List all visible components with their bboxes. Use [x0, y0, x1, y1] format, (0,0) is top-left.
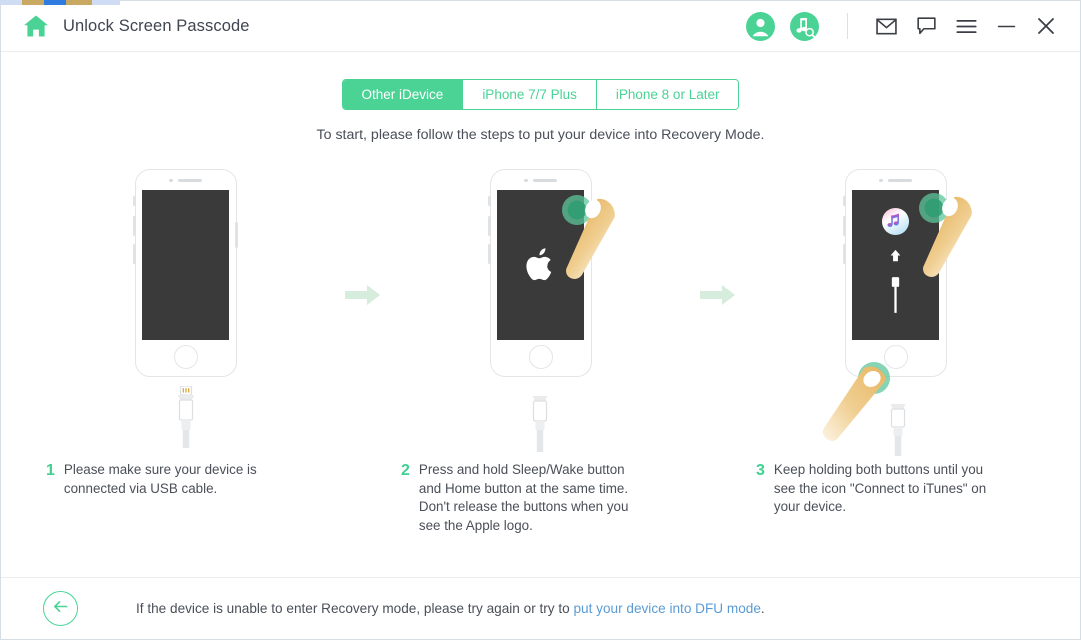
phone-top-sensors-2 — [491, 179, 591, 183]
step-3-caption: 3 Keep holding both buttons until you se… — [748, 461, 1043, 535]
phone-screen-connect-to-itunes — [852, 190, 939, 340]
phone-top-sensors-1 — [136, 179, 236, 183]
volume-up-button-icon — [488, 216, 491, 236]
title-bar-divider — [847, 13, 848, 39]
apple-logo-icon — [524, 245, 558, 285]
lightning-cable-1 — [173, 385, 199, 453]
back-arrow-icon — [52, 599, 69, 619]
page-title: Unlock Screen Passcode — [63, 16, 250, 35]
chat-bubble-icon[interactable] — [906, 6, 946, 46]
volume-down-button-icon — [133, 244, 136, 264]
phone-screen-apple-logo — [497, 190, 584, 340]
lightning-cable-2 — [529, 396, 551, 457]
earpiece-speaker-icon — [532, 179, 557, 183]
device-type-tabs: Other iDevice iPhone 7/7 Plus iPhone 8 o… — [341, 79, 740, 110]
earpiece-speaker-icon — [887, 179, 912, 183]
lightning-connector-icon — [889, 276, 902, 319]
phone-body-2 — [488, 169, 592, 377]
home-icon[interactable] — [23, 14, 49, 38]
home-button-icon — [883, 345, 908, 369]
step-3-text: Keep holding both buttons until you see … — [773, 462, 987, 514]
dfu-mode-link[interactable]: put your device into DFU mode — [574, 601, 761, 616]
music-search-icon[interactable] — [790, 11, 819, 41]
close-icon[interactable] — [1026, 6, 1066, 46]
title-bar: Unlock Screen Passcode — [1, 1, 1080, 52]
step-captions: 1 Please make sure your device is connec… — [36, 461, 1046, 535]
phone-body-1 — [133, 169, 238, 377]
footer-bar: If the device is unable to enter Recover… — [1, 577, 1080, 639]
volume-down-button-icon — [488, 244, 491, 264]
footer-text-after: . — [760, 601, 765, 616]
application-window: Unlock Screen Passcode Other iDevice iPh… — [0, 0, 1081, 640]
home-button-icon — [173, 345, 198, 369]
step-2-number: 2 — [401, 462, 410, 479]
footer-help-text: If the device is unable to enter Recover… — [136, 601, 765, 616]
mail-icon[interactable] — [866, 6, 906, 46]
step-1-number: 1 — [46, 462, 55, 479]
step-2-illustration — [393, 161, 688, 452]
title-bar-left: Unlock Screen Passcode — [23, 14, 250, 38]
step-2-caption: 2 Press and hold Sleep/Wake button and H… — [393, 461, 688, 535]
phone-stage-2 — [451, 161, 631, 452]
arrow-2-to-3-wrap — [688, 161, 748, 312]
volume-down-button-icon — [843, 244, 846, 264]
step-3-number: 3 — [756, 462, 765, 479]
hamburger-menu-icon[interactable] — [946, 6, 986, 46]
arrow-right-icon — [345, 283, 381, 312]
main-content: Other iDevice iPhone 7/7 Plus iPhone 8 o… — [1, 52, 1080, 577]
phone-screen-blank — [142, 190, 229, 340]
arrow-right-icon — [700, 283, 736, 312]
earpiece-speaker-icon — [177, 179, 202, 183]
volume-up-button-icon — [133, 216, 136, 236]
back-button[interactable] — [43, 591, 78, 626]
itunes-icon — [881, 207, 910, 236]
step-2-text: Press and hold Sleep/Wake button and Hom… — [418, 462, 629, 533]
front-camera-icon — [169, 179, 173, 183]
connect-to-itunes-graphic — [881, 207, 910, 319]
phone-stage-3 — [806, 161, 986, 456]
mute-switch-icon — [133, 196, 136, 206]
instruction-subtitle: To start, please follow the steps to put… — [316, 127, 765, 143]
phone-body-3 — [843, 169, 947, 377]
recovery-steps-diagram — [36, 161, 1046, 456]
step-1-text: Please make sure your device is connecte… — [63, 462, 257, 496]
background-window-sliver — [0, 0, 120, 5]
caption-gap — [333, 461, 393, 535]
sleep-wake-button-icon — [235, 222, 238, 248]
arrow-1-to-2-wrap — [333, 161, 393, 312]
volume-up-button-icon — [843, 216, 846, 236]
step-1-caption: 1 Please make sure your device is connec… — [38, 461, 333, 535]
tab-iphone-7[interactable]: iPhone 7/7 Plus — [463, 80, 597, 109]
step-1-illustration — [38, 161, 333, 448]
user-account-icon[interactable] — [746, 11, 775, 41]
phone-top-sensors-3 — [846, 179, 946, 183]
step-3-illustration — [748, 161, 1043, 456]
minimize-icon[interactable] — [986, 6, 1026, 46]
footer-text-before: If the device is unable to enter Recover… — [136, 601, 574, 616]
phone-stage-1 — [96, 161, 276, 448]
home-button-icon — [528, 345, 553, 369]
upload-arrow-icon — [889, 249, 902, 267]
mute-switch-icon — [843, 196, 846, 206]
front-camera-icon — [524, 179, 528, 183]
tab-other-idevice[interactable]: Other iDevice — [342, 80, 464, 109]
title-bar-right — [731, 6, 1066, 46]
front-camera-icon — [879, 179, 883, 183]
lightning-cable-3 — [887, 404, 909, 461]
caption-gap — [688, 461, 748, 535]
tab-iphone-8-or-later[interactable]: iPhone 8 or Later — [596, 80, 739, 109]
mute-switch-icon — [488, 196, 491, 206]
